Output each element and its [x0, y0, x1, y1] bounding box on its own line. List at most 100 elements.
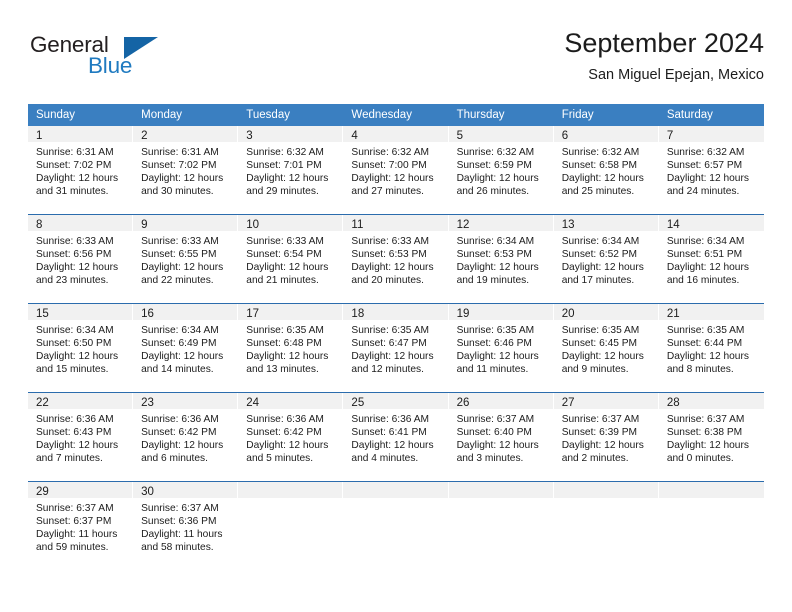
day-number-bar: 18 [343, 304, 448, 320]
day-number: 6 [561, 130, 569, 142]
day-cell[interactable]: 22 Sunrise: 6:36 AM Sunset: 6:43 PM Dayligh… [28, 393, 134, 481]
daylight-text-line1: Daylight: 12 hours [561, 440, 644, 452]
day-details: Sunrise: 6:33 AM Sunset: 6:55 PM Daylight:… [133, 231, 238, 287]
day-cell[interactable]: 24 Sunrise: 6:36 AM Sunset: 6:42 PM Dayligh… [238, 393, 344, 481]
day-details: Sunrise: 6:35 AM Sunset: 6:47 PM Daylight:… [343, 320, 448, 376]
sunrise-text: Sunrise: 6:36 AM [141, 414, 219, 425]
daylight-text-line2: and 5 minutes. [246, 453, 314, 465]
day-details: Sunrise: 6:36 AM Sunset: 6:43 PM Daylight:… [28, 409, 133, 465]
day-details: Sunrise: 6:32 AM Sunset: 6:57 PM Daylight:… [659, 142, 764, 198]
daylight-text-line2: and 22 minutes. [141, 275, 214, 287]
day-cell[interactable]: 12 Sunrise: 6:34 AM Sunset: 6:53 PM Dayligh… [448, 215, 554, 303]
daylight-text-line2: and 9 minutes. [561, 364, 629, 376]
day-cell[interactable]: 20 Sunrise: 6:35 AM Sunset: 6:45 PM Dayligh… [553, 304, 659, 392]
day-cell[interactable]: 18 Sunrise: 6:35 AM Sunset: 6:47 PM Dayligh… [343, 304, 449, 392]
day-number-bar: 28 [658, 393, 764, 409]
day-cell[interactable]: 19 Sunrise: 6:35 AM Sunset: 6:46 PM Dayligh… [448, 304, 554, 392]
day-details: Sunrise: 6:33 AM Sunset: 6:53 PM Daylight:… [343, 231, 448, 287]
day-cell[interactable]: 5 Sunrise: 6:32 AM Sunset: 6:59 PM Daylight… [448, 126, 554, 214]
daylight-text-line1: Daylight: 12 hours [36, 173, 119, 185]
daylight-text-line1: Daylight: 12 hours [351, 173, 434, 185]
day-cell[interactable]: 13 Sunrise: 6:34 AM Sunset: 6:52 PM Dayligh… [553, 215, 659, 303]
page-header: General Blue September 2024 San Miguel E… [28, 26, 764, 98]
day-details: Sunrise: 6:37 AM Sunset: 6:38 PM Daylight:… [659, 409, 764, 465]
day-details: Sunrise: 6:32 AM Sunset: 6:59 PM Daylight:… [449, 142, 554, 198]
day-number-bar: 15 [28, 304, 133, 320]
day-cell[interactable]: 3 Sunrise: 6:32 AM Sunset: 7:01 PM Daylight… [238, 126, 344, 214]
daylight-text-line2: and 4 minutes. [351, 453, 419, 465]
day-details: Sunrise: 6:34 AM Sunset: 6:49 PM Daylight:… [133, 320, 238, 376]
sunset-text: Sunset: 6:47 PM [351, 338, 427, 350]
day-cell[interactable]: 11 Sunrise: 6:33 AM Sunset: 6:53 PM Dayligh… [343, 215, 449, 303]
sunrise-text: Sunrise: 6:37 AM [456, 414, 535, 425]
weekday-header-monday: Monday [141, 109, 183, 121]
daylight-text-line1: Daylight: 12 hours [351, 262, 434, 274]
weekday-header-tuesday: Tuesday [246, 109, 290, 121]
day-cell[interactable]: 10 Sunrise: 6:33 AM Sunset: 6:54 PM Dayligh… [238, 215, 344, 303]
day-cell[interactable]: 16 Sunrise: 6:34 AM Sunset: 6:49 PM Dayligh… [133, 304, 239, 392]
day-cell[interactable]: 28 Sunrise: 6:37 AM Sunset: 6:38 PM Dayligh… [658, 393, 764, 481]
daylight-text-line1: Daylight: 12 hours [141, 173, 224, 185]
day-number: 18 [351, 308, 365, 320]
day-number-bar: 4 [343, 126, 448, 142]
day-number: 10 [246, 219, 260, 231]
day-number: 7 [666, 130, 674, 142]
day-cell[interactable]: 17 Sunrise: 6:35 AM Sunset: 6:48 PM Dayligh… [238, 304, 344, 392]
day-number-bar: 10 [238, 215, 343, 231]
daylight-text-line1: Daylight: 12 hours [561, 173, 644, 185]
sunset-text: Sunset: 6:37 PM [36, 516, 112, 528]
daylight-text-line2: and 58 minutes. [141, 542, 214, 554]
daylight-text-line2: and 17 minutes. [561, 275, 635, 287]
day-number-bar: 29 [28, 482, 133, 498]
sunset-text: Sunset: 6:40 PM [456, 427, 532, 439]
day-cell[interactable]: 15 Sunrise: 6:34 AM Sunset: 6:50 PM Dayligh… [28, 304, 134, 392]
day-cell[interactable]: 29 Sunrise: 6:37 AM Sunset: 6:37 PM Dayligh… [28, 482, 134, 570]
daylight-text-line2: and 24 minutes. [666, 186, 740, 198]
sunset-text: Sunset: 6:42 PM [141, 427, 217, 439]
daylight-text-line1: Daylight: 12 hours [36, 440, 119, 452]
day-cell[interactable]: 21 Sunrise: 6:35 AM Sunset: 6:44 PM Dayligh… [658, 304, 764, 392]
day-cell[interactable]: 7 Sunrise: 6:32 AM Sunset: 6:57 PM Daylight… [658, 126, 764, 214]
day-cell[interactable]: 30 Sunrise: 6:37 AM Sunset: 6:36 PM Dayligh… [133, 482, 239, 570]
sunset-text: Sunset: 6:39 PM [561, 427, 638, 439]
calendar-week-row: 22 Sunrise: 6:36 AM Sunset: 6:43 PM Dayligh… [28, 392, 764, 481]
day-details: Sunrise: 6:35 AM Sunset: 6:48 PM Daylight:… [238, 320, 343, 376]
day-cell[interactable]: 8 Sunrise: 6:33 AM Sunset: 6:56 PM Daylight… [28, 215, 134, 303]
sunset-text: Sunset: 6:45 PM [561, 338, 638, 350]
day-cell-empty [343, 482, 449, 570]
day-details: Sunrise: 6:36 AM Sunset: 6:41 PM Daylight:… [343, 409, 448, 465]
day-number-bar: 23 [133, 393, 238, 409]
daylight-text-line1: Daylight: 12 hours [666, 262, 749, 274]
sunrise-text: Sunrise: 6:34 AM [141, 325, 219, 336]
day-cell[interactable]: 9 Sunrise: 6:33 AM Sunset: 6:55 PM Daylight… [133, 215, 239, 303]
day-number: 27 [561, 397, 575, 409]
general-blue-logo: General Blue [30, 32, 170, 88]
day-cell[interactable]: 25 Sunrise: 6:36 AM Sunset: 6:41 PM Dayligh… [343, 393, 449, 481]
day-number-bar: 16 [133, 304, 238, 320]
day-number: 28 [666, 397, 680, 409]
daylight-text-line1: Daylight: 12 hours [141, 262, 224, 274]
daylight-text-line2: and 7 minutes. [36, 453, 103, 465]
day-cell[interactable]: 1 Sunrise: 6:31 AM Sunset: 7:02 PM Daylight… [28, 126, 134, 214]
day-cell[interactable]: 27 Sunrise: 6:37 AM Sunset: 6:39 PM Dayligh… [553, 393, 659, 481]
day-cell[interactable]: 4 Sunrise: 6:32 AM Sunset: 7:00 PM Daylight… [343, 126, 449, 214]
day-number-bar: 27 [553, 393, 658, 409]
day-number: 8 [36, 219, 43, 231]
sunrise-text: Sunrise: 6:35 AM [561, 325, 640, 336]
sunset-text: Sunset: 6:48 PM [246, 338, 322, 350]
day-number: 16 [141, 308, 154, 320]
day-cell[interactable]: 26 Sunrise: 6:37 AM Sunset: 6:40 PM Dayligh… [448, 393, 554, 481]
day-cell[interactable]: 14 Sunrise: 6:34 AM Sunset: 6:51 PM Dayligh… [658, 215, 764, 303]
day-details: Sunrise: 6:37 AM Sunset: 6:40 PM Daylight:… [449, 409, 554, 465]
day-cell[interactable]: 6 Sunrise: 6:32 AM Sunset: 6:58 PM Daylight… [553, 126, 659, 214]
day-cell[interactable]: 23 Sunrise: 6:36 AM Sunset: 6:42 PM Dayligh… [133, 393, 239, 481]
day-number-bar: 5 [448, 126, 553, 142]
day-details: Sunrise: 6:35 AM Sunset: 6:46 PM Daylight:… [449, 320, 554, 376]
sunset-text: Sunset: 6:51 PM [666, 249, 743, 261]
sunset-text: Sunset: 6:58 PM [561, 160, 638, 172]
day-number-bar [343, 482, 448, 498]
daylight-text-line1: Daylight: 12 hours [666, 173, 749, 185]
day-number-bar: 24 [238, 393, 343, 409]
day-number: 11 [351, 219, 364, 231]
day-cell[interactable]: 2 Sunrise: 6:31 AM Sunset: 7:02 PM Daylight… [133, 126, 239, 214]
